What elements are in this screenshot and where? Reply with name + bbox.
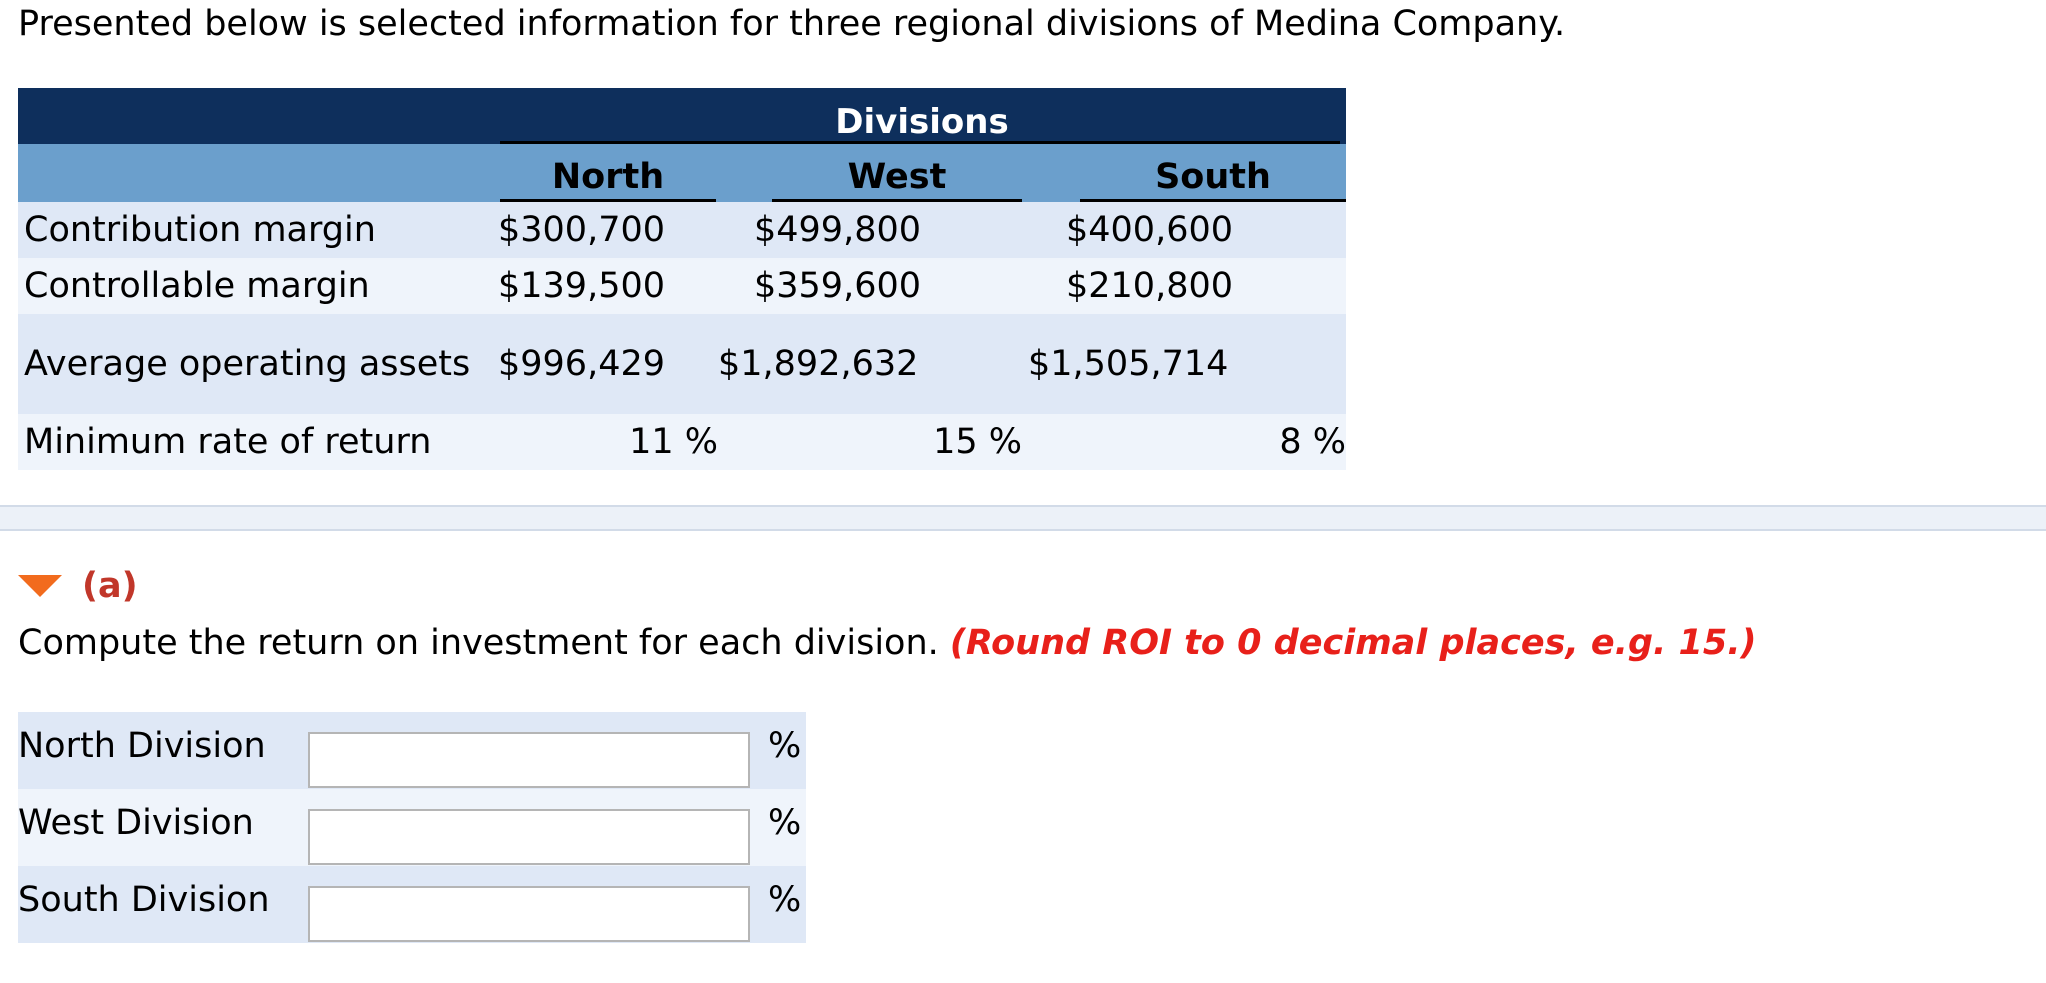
rounding-hint: (Round ROI to 0 decimal places, e.g. 15.…: [949, 623, 1757, 663]
table-row: Average operating assets $996,429 $1,892…: [18, 314, 1346, 414]
intro-text: Presented below is selected information …: [18, 4, 1566, 44]
cell-south: $400,600: [1028, 202, 1346, 258]
cell-south: $210,800: [1028, 258, 1346, 314]
south-division-roi-input[interactable]: [308, 886, 750, 942]
cell-west: $499,800: [718, 202, 1028, 258]
question-instruction: Compute the return on investment for eac…: [18, 622, 1757, 664]
answer-label: South Division: [18, 880, 270, 920]
collapse-triangle-icon[interactable]: [18, 575, 62, 597]
part-label: (a): [82, 566, 138, 606]
table-column-header-row: North West South: [18, 144, 1346, 202]
instruction-text: Compute the return on investment for eac…: [18, 623, 939, 663]
answer-row-west: West Division %: [18, 789, 806, 866]
row-label: Contribution margin: [18, 202, 498, 258]
table-row: Controllable margin $139,500 $359,600 $2…: [18, 258, 1346, 314]
cell-west: $1,892,632: [718, 314, 1028, 414]
divisions-table: Divisions North West South Contribution …: [18, 88, 1346, 470]
north-division-roi-input[interactable]: [308, 732, 750, 788]
divisions-header: Divisions: [498, 88, 1346, 144]
cell-west: $359,600: [718, 258, 1028, 314]
row-label: Controllable margin: [18, 258, 498, 314]
percent-unit: %: [768, 803, 802, 843]
column-header-west: West: [772, 157, 1022, 202]
cell-north: $139,500: [498, 258, 718, 314]
answer-row-south: South Division %: [18, 866, 806, 943]
answer-row-north: North Division %: [18, 712, 806, 789]
section-divider: [0, 505, 2046, 531]
cell-north: $996,429: [498, 314, 718, 414]
cell-south: $1,505,714: [1028, 314, 1346, 414]
row-label: Average operating assets: [18, 314, 498, 414]
cell-north: 11 %: [498, 414, 718, 470]
answer-form: North Division % West Division % South D…: [18, 712, 806, 943]
cell-north: $300,700: [498, 202, 718, 258]
column-header-south: South: [1080, 157, 1346, 202]
table-row: Contribution margin $300,700 $499,800 $4…: [18, 202, 1346, 258]
west-division-roi-input[interactable]: [308, 809, 750, 865]
column-header-north: North: [500, 157, 716, 202]
cell-south: 8 %: [1028, 414, 1346, 470]
row-label: Minimum rate of return: [18, 414, 498, 470]
cell-west: 15 %: [718, 414, 1028, 470]
answer-label: North Division: [18, 726, 266, 766]
part-a-toggle[interactable]: (a): [18, 566, 138, 606]
percent-unit: %: [768, 880, 802, 920]
answer-label: West Division: [18, 803, 254, 843]
table-row: Minimum rate of return 11 % 15 % 8 %: [18, 414, 1346, 470]
percent-unit: %: [768, 726, 802, 766]
table-group-header-row: Divisions: [18, 88, 1346, 144]
